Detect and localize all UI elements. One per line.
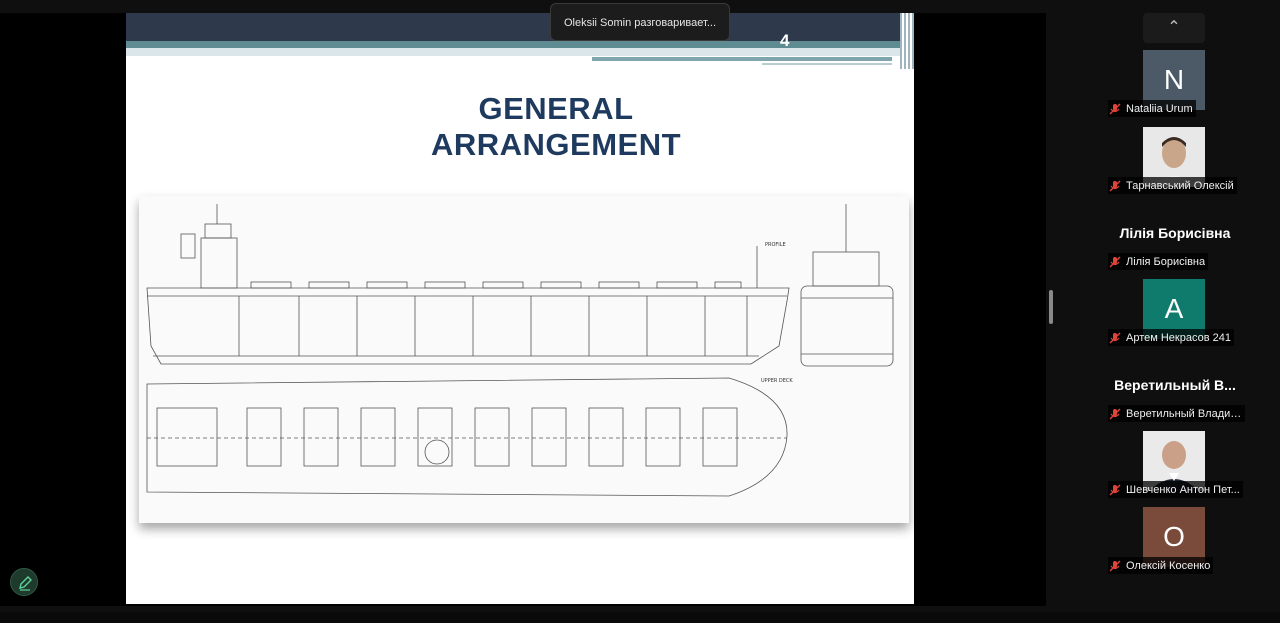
pencil-icon (19, 576, 32, 591)
slide-decor-line (762, 63, 892, 65)
participant-name-row: Тарнавський Олексій (1108, 177, 1237, 194)
video-call-window: 4 GENERAL ARRANGEMENT PROFILE UPPER DECK… (0, 0, 1280, 623)
participant-tile[interactable]: O Олексій Косенко (1100, 507, 1250, 577)
slide-title-line1: GENERAL (478, 91, 634, 126)
mic-muted-icon (1109, 484, 1121, 495)
slide-decor-line (592, 57, 892, 61)
participant-name: Олексій Косенко (1126, 559, 1211, 572)
participant-name: Шевченко Антон Пет... (1126, 483, 1240, 496)
participant-name: Артем Некрасов 241 (1126, 331, 1231, 344)
bottom-toolbar-edge (0, 612, 1280, 623)
participant-name-row: Лілія Борисівна (1108, 253, 1209, 270)
slide-decor-stripes (900, 13, 914, 69)
mic-muted-icon (1109, 408, 1121, 419)
chevron-up-icon: ⌃ (1167, 19, 1181, 36)
drawing-label-profile: PROFILE (765, 242, 786, 248)
ship-general-arrangement-drawing: PROFILE UPPER DECK (139, 196, 909, 523)
slide-number: 4 (780, 31, 790, 50)
participant-name: Веретильный Владисл... (1126, 407, 1242, 420)
participant-name-row: Артем Некрасов 241 (1108, 329, 1234, 346)
shared-screen: 4 GENERAL ARRANGEMENT PROFILE UPPER DECK (0, 13, 1046, 606)
participant-tile[interactable]: Лілія Борисівна Лілія Борисівна (1100, 218, 1250, 272)
participant-tile[interactable]: Шевченко Антон Пет... (1100, 431, 1250, 501)
panel-resize-handle[interactable] (1049, 290, 1053, 324)
mic-muted-icon (1109, 560, 1121, 571)
slide-header-band (126, 13, 914, 41)
ship-drawing-svg: PROFILE UPPER DECK (146, 204, 894, 497)
drawing-label-upper-deck: UPPER DECK (761, 378, 793, 384)
participants-panel: ⌃ N Nataliia Urum Тарнавський Олексій Лі… (1100, 0, 1250, 623)
participant-name: Лілія Борисівна (1126, 255, 1206, 268)
scroll-up-button[interactable]: ⌃ (1143, 13, 1205, 43)
participant-name-row: Олексій Косенко (1108, 557, 1214, 574)
mic-muted-icon (1109, 332, 1121, 343)
mic-muted-icon (1109, 103, 1121, 114)
slide-header-stripe-light (126, 48, 914, 56)
participant-name: Тарнавський Олексій (1126, 179, 1234, 192)
slide-header-stripe (126, 41, 914, 48)
participant-name-row: Nataliia Urum (1108, 100, 1196, 117)
annotate-button[interactable] (10, 568, 38, 596)
slide-title-line2: ARRANGEMENT (430, 127, 682, 162)
slide-title: GENERAL ARRANGEMENT (356, 91, 756, 163)
participant-tile[interactable]: N Nataliia Urum (1100, 50, 1250, 120)
mic-muted-icon (1109, 180, 1121, 191)
presentation-slide: 4 GENERAL ARRANGEMENT PROFILE UPPER DECK (126, 13, 914, 604)
speaking-notification: Oleksii Somin разговаривает... (550, 3, 730, 41)
participant-tile[interactable]: A Артем Некрасов 241 (1100, 279, 1250, 349)
participant-tile[interactable]: Веретильный В... Веретильный Владисл... (1100, 370, 1250, 424)
participant-name-row: Шевченко Антон Пет... (1108, 481, 1243, 498)
mic-muted-icon (1109, 256, 1121, 267)
participant-name-row: Веретильный Владисл... (1108, 405, 1245, 422)
participant-display-name: Веретильный В... (1114, 377, 1236, 393)
participant-tile[interactable]: Тарнавський Олексій (1100, 127, 1250, 197)
participant-name: Nataliia Urum (1126, 102, 1193, 115)
participant-display-name: Лілія Борисівна (1119, 225, 1231, 241)
